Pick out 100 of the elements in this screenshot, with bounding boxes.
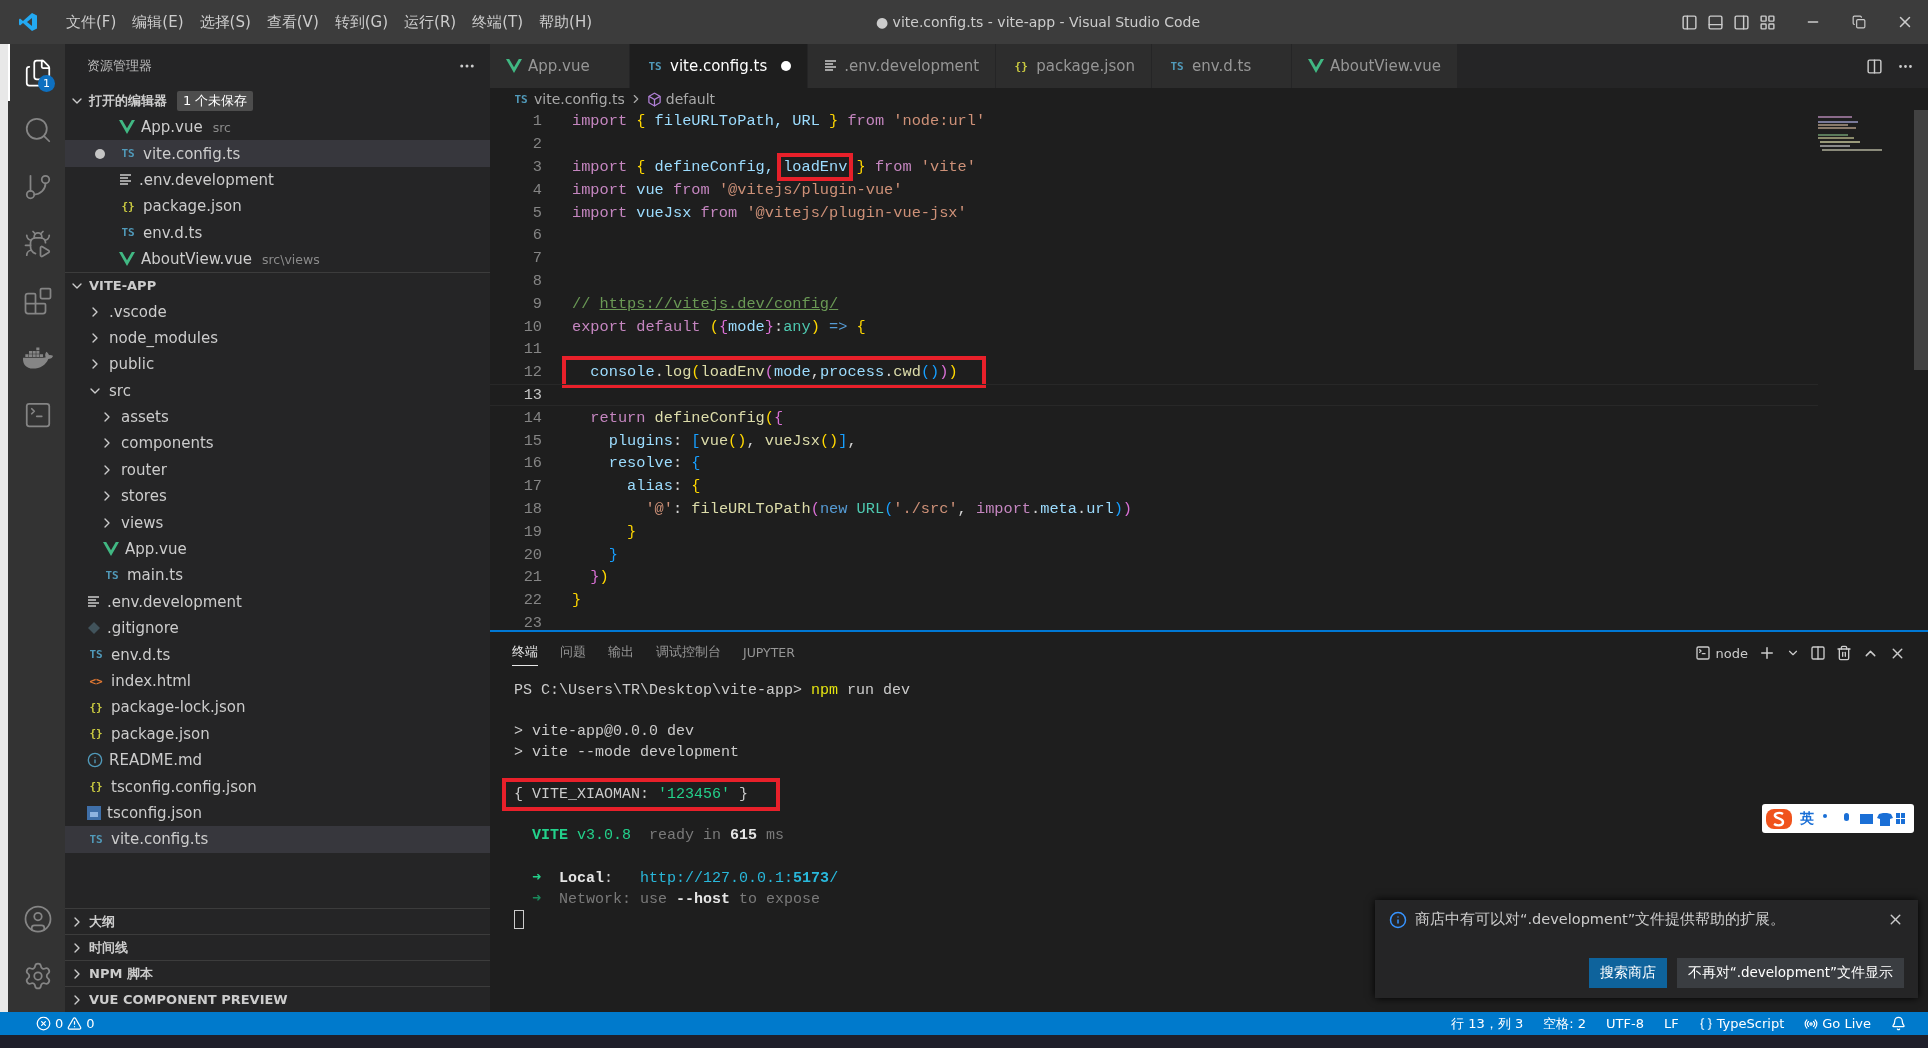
layout-icon[interactable] — [1758, 13, 1776, 31]
tree-item[interactable]: router — [65, 456, 490, 484]
cube-icon — [646, 91, 662, 107]
bell-icon[interactable] — [1891, 1016, 1906, 1031]
tree-item[interactable]: {} package-lock.json — [65, 694, 490, 721]
menu-item[interactable]: 帮助(H) — [531, 12, 601, 32]
broadcast-icon[interactable] — [1804, 1016, 1819, 1031]
editor-tab[interactable]: .env.development — [808, 44, 997, 88]
tree-item[interactable]: TS main.ts — [65, 562, 490, 589]
open-editor-item[interactable]: {} package.json — [65, 193, 490, 220]
tree-item[interactable]: README.md — [65, 747, 490, 774]
panel-tab[interactable]: JUPYTER — [743, 641, 795, 665]
section-title[interactable]: 大纲 — [89, 912, 115, 931]
go-live-button[interactable]: Go Live — [1822, 1016, 1871, 1031]
lines-icon — [824, 60, 839, 72]
terminal-line: ➜ Local: http://127.0.0.1:5173/ — [531, 869, 839, 888]
section-title[interactable]: NPM 脚本 — [89, 964, 153, 983]
status-item[interactable]: LF — [1653, 1016, 1689, 1031]
tree-item[interactable]: views — [65, 509, 490, 536]
breadcrumb-item[interactable]: vite.config.ts — [534, 91, 625, 107]
section-title[interactable]: 时间线 — [89, 938, 128, 957]
open-editor-item[interactable]: TS env.d.ts — [65, 219, 490, 246]
code-line: resolve: { — [607, 454, 701, 473]
scrollbar-thumb[interactable] — [1914, 110, 1928, 370]
tree-item[interactable]: <> index.html — [65, 667, 490, 695]
notification-button[interactable]: 不再对“.development”文件显示 — [1676, 958, 1904, 988]
terminal-line: VITE v3.0.8 ready in 615 ms — [531, 827, 785, 845]
plus-icon[interactable] — [1758, 644, 1776, 662]
v-logo-icon — [1308, 59, 1324, 73]
info-icon — [87, 752, 103, 769]
menu-item[interactable]: 文件(F) — [58, 12, 125, 32]
line-number: 2 — [531, 135, 542, 154]
menu-item[interactable]: 查看(V) — [258, 12, 327, 32]
lines-icon — [119, 173, 133, 186]
warning-count[interactable]: 0 — [86, 1016, 95, 1031]
panel-right-icon[interactable] — [1732, 13, 1750, 31]
error-count[interactable]: 0 — [55, 1016, 64, 1031]
tree-item[interactable]: TS vite.config.ts — [65, 826, 490, 853]
panel-tab[interactable]: 终端 — [512, 640, 538, 666]
trash-icon[interactable] — [1836, 645, 1852, 661]
tree-item[interactable]: node_modules — [65, 324, 490, 352]
menu-item[interactable]: 终端(T) — [464, 12, 532, 32]
line-number: 23 — [522, 613, 542, 630]
panel-tab[interactable]: 问题 — [560, 640, 586, 666]
breadcrumb-item[interactable]: default — [665, 91, 716, 107]
terminal-line: PS C:\Users\TR\Desktop\vite-app> npm run dev — [514, 681, 911, 699]
editor-tab[interactable]: App.vue — [490, 44, 630, 88]
editor-tab[interactable]: {} package.json — [996, 44, 1152, 88]
run-debug-icon[interactable] — [22, 228, 53, 259]
extensions-icon[interactable] — [22, 285, 53, 316]
tree-item[interactable]: .env.development — [65, 588, 490, 616]
section-title[interactable]: VUE COMPONENT PREVIEW — [89, 992, 288, 1007]
tree-item[interactable]: assets — [65, 403, 490, 431]
panel-tab[interactable]: 输出 — [608, 640, 634, 666]
warning-icon[interactable] — [67, 1016, 83, 1031]
tree-item[interactable]: .gitignore — [65, 615, 490, 642]
line-number: 11 — [522, 340, 542, 359]
account-icon[interactable] — [22, 903, 53, 934]
restore-icon[interactable] — [1852, 15, 1866, 29]
tree-item[interactable]: TS env.d.ts — [65, 641, 490, 668]
terminal-selector[interactable]: node — [1694, 645, 1748, 661]
split-editor-icon[interactable] — [1866, 57, 1883, 75]
tree-item[interactable]: src — [65, 377, 490, 404]
menu-item[interactable]: 选择(S) — [191, 12, 259, 32]
ts-file-icon: TS — [119, 147, 137, 161]
status-item[interactable]: 空格: 2 — [1533, 1014, 1597, 1033]
tree-item[interactable]: .vscode — [65, 298, 490, 325]
ime-tools-icon — [1822, 811, 1906, 826]
error-icon[interactable] — [36, 1016, 51, 1031]
status-item[interactable]: UTF-8 — [1596, 1016, 1654, 1031]
line-number: 18 — [522, 499, 542, 518]
editor-tab[interactable]: TS env.d.ts — [1152, 44, 1292, 88]
open-editor-item[interactable]: App.vue src — [65, 114, 490, 141]
editor-tab[interactable]: AboutView.vue — [1292, 44, 1458, 88]
tree-item[interactable]: stores — [65, 483, 490, 510]
ime-toolbar[interactable]: 英 — [1762, 804, 1914, 833]
language-mode[interactable]: TypeScript — [1716, 1016, 1785, 1031]
tree-item[interactable]: public — [65, 351, 490, 378]
split-terminal-icon[interactable] — [1810, 645, 1826, 661]
panel-tab[interactable]: 调试控制台 — [656, 640, 721, 666]
panel-bottom-icon[interactable] — [1706, 13, 1724, 31]
open-editor-item[interactable]: TS vite.config.ts — [65, 140, 490, 167]
line-number: 22 — [522, 591, 542, 610]
menu-item[interactable]: 编辑(E) — [124, 12, 192, 32]
notification-button[interactable]: 搜索商店 — [1588, 958, 1667, 988]
menu-item[interactable]: 运行(R) — [396, 12, 465, 32]
braces-icon[interactable] — [1698, 1016, 1713, 1031]
open-editor-item[interactable]: .env.development — [65, 166, 490, 194]
line-number: 14 — [522, 408, 542, 427]
status-item[interactable]: 行 13，列 3 — [1441, 1014, 1534, 1033]
tree-item[interactable]: components — [65, 430, 490, 457]
line-number: 12 — [522, 363, 542, 382]
tree-item[interactable]: tsconfig.json — [65, 799, 490, 827]
menu-item[interactable]: 转到(G) — [326, 12, 397, 32]
panel-left-icon[interactable] — [1680, 13, 1698, 31]
tree-item[interactable]: {} tsconfig.config.json — [65, 773, 490, 800]
open-editor-item[interactable]: AboutView.vue src\views — [65, 245, 490, 273]
tree-item[interactable]: App.vue — [65, 535, 490, 563]
tree-item[interactable]: {} package.json — [65, 720, 490, 747]
editor-tab[interactable]: TS vite.config.ts — [630, 44, 809, 88]
